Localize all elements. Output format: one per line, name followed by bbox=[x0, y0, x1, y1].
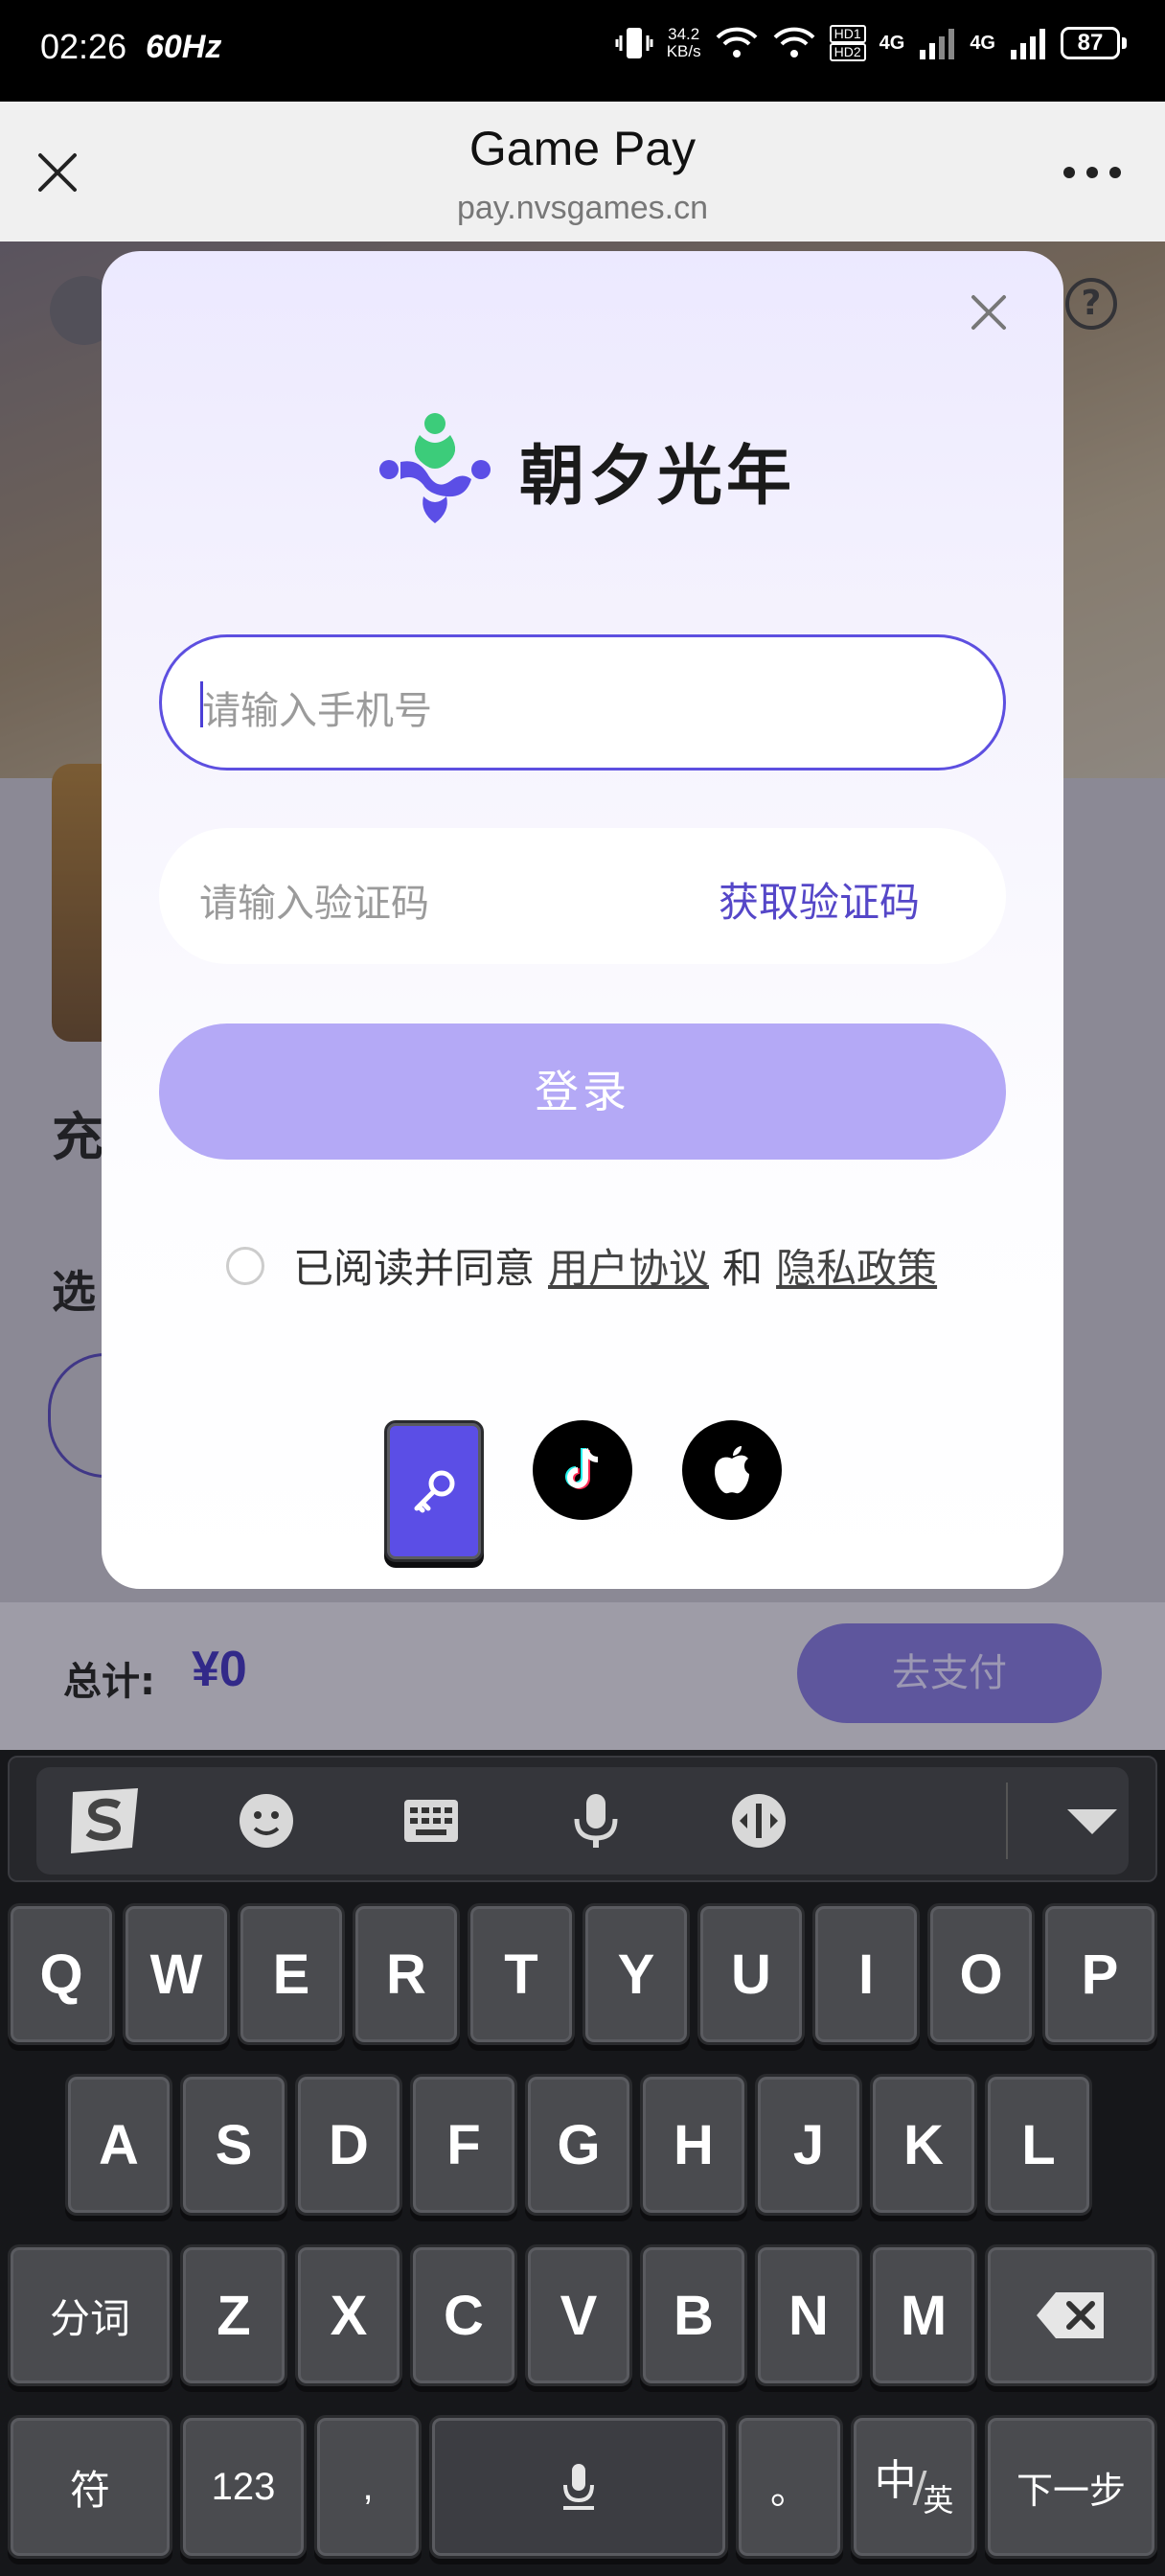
backspace-icon bbox=[1037, 2292, 1104, 2338]
browser-header: Game Pay pay.nvsgames.cn bbox=[0, 102, 1165, 242]
key-e[interactable]: E bbox=[238, 1903, 345, 2045]
key-w[interactable]: W bbox=[123, 1903, 230, 2045]
speed-value: 34.2 bbox=[668, 25, 700, 43]
network-speed: 34.2 KB/s bbox=[667, 26, 701, 60]
phone-placeholder: 请输入手机号 bbox=[202, 689, 432, 733]
wifi-icon-2 bbox=[773, 27, 815, 58]
lang-sub: 英 bbox=[923, 2482, 954, 2518]
space-key[interactable] bbox=[429, 2415, 728, 2559]
microphone-icon bbox=[563, 2464, 594, 2510]
key-i[interactable]: I bbox=[812, 1903, 920, 2045]
lang-main: 中 bbox=[874, 2456, 917, 2505]
key-next[interactable]: 下一步 bbox=[985, 2415, 1157, 2559]
key-s[interactable]: S bbox=[180, 2074, 287, 2216]
privacy-policy-link[interactable]: 隐私政策 bbox=[776, 1236, 937, 1295]
key-z[interactable]: Z bbox=[180, 2244, 287, 2386]
network-type-2: 4G bbox=[970, 32, 995, 54]
status-time: 02:26 bbox=[40, 27, 127, 66]
status-bar: 02:26 60Hz 34.2 KB/s HD1 HD2 4G 4G 87 bbox=[0, 0, 1165, 102]
key-q[interactable]: Q bbox=[8, 1903, 115, 2045]
page-title: Game Pay bbox=[468, 122, 697, 175]
speed-unit: KB/s bbox=[666, 42, 701, 60]
and-text: 和 bbox=[722, 1245, 764, 1292]
key-r[interactable]: R bbox=[353, 1903, 460, 2045]
network-type-1: 4G bbox=[879, 32, 905, 54]
key-segment[interactable]: 分词 bbox=[8, 2244, 172, 2386]
key-d[interactable]: D bbox=[295, 2074, 402, 2216]
key-b[interactable]: B bbox=[640, 2244, 747, 2386]
pay-bar: 总计: ¥0 去支付 bbox=[0, 1602, 1165, 1750]
key-a[interactable]: A bbox=[65, 2074, 172, 2216]
signal-icon bbox=[920, 29, 955, 59]
key-period[interactable]: 。 bbox=[736, 2415, 843, 2559]
emoji-icon[interactable] bbox=[236, 1790, 297, 1852]
key-x[interactable]: X bbox=[295, 2244, 402, 2386]
key-h[interactable]: H bbox=[640, 2074, 747, 2216]
code-placeholder: 请输入验证码 bbox=[199, 882, 429, 926]
key-login-button[interactable] bbox=[384, 1420, 484, 1562]
key-l[interactable]: L bbox=[985, 2074, 1092, 2216]
hd2-badge: HD2 bbox=[829, 43, 866, 61]
key-o[interactable]: O bbox=[927, 1903, 1035, 2045]
signal-icon-2 bbox=[1011, 29, 1045, 59]
cursor-icon[interactable] bbox=[728, 1790, 789, 1852]
text-caret bbox=[200, 681, 203, 727]
key-j[interactable]: J bbox=[755, 2074, 862, 2216]
hd-badges: HD1 HD2 bbox=[829, 25, 866, 61]
key-comma[interactable]: , bbox=[314, 2415, 422, 2559]
apple-login-button[interactable] bbox=[682, 1420, 782, 1520]
keyboard-icon[interactable] bbox=[400, 1790, 462, 1852]
login-button[interactable]: 登录 bbox=[159, 1024, 1006, 1160]
phone-input[interactable]: 请输入手机号 bbox=[159, 634, 1006, 770]
key-symbols[interactable]: 符 bbox=[8, 2415, 172, 2559]
key-p[interactable]: P bbox=[1042, 1903, 1157, 2045]
key-icon bbox=[414, 1470, 455, 1513]
microphone-icon[interactable] bbox=[565, 1790, 627, 1852]
agree-text: 已阅读并同意 bbox=[293, 1245, 536, 1292]
agreement-row: 已阅读并同意 用户协议 和 隐私政策 bbox=[226, 1236, 950, 1295]
tiktok-login-button[interactable] bbox=[533, 1420, 632, 1520]
key-n[interactable]: N bbox=[755, 2244, 862, 2386]
close-icon[interactable] bbox=[966, 289, 1012, 335]
dim-overlay bbox=[0, 1602, 1165, 1750]
key-m[interactable]: M bbox=[870, 2244, 977, 2386]
key-t[interactable]: T bbox=[468, 1903, 575, 2045]
verification-code-input[interactable]: 请输入验证码 获取验证码 bbox=[159, 828, 1006, 964]
key-u[interactable]: U bbox=[697, 1903, 805, 2045]
key-numbers[interactable]: 123 bbox=[180, 2415, 307, 2559]
login-modal: 朝夕光年 请输入手机号 请输入验证码 获取验证码 登录 已阅读并同意 用户协议 … bbox=[102, 251, 1063, 1589]
hd1-badge: HD1 bbox=[829, 25, 866, 43]
collapse-icon[interactable] bbox=[1062, 1790, 1123, 1852]
backspace-key[interactable] bbox=[985, 2244, 1157, 2386]
tiktok-icon bbox=[565, 1448, 599, 1489]
vibrate-icon bbox=[615, 28, 653, 58]
agree-checkbox[interactable] bbox=[226, 1246, 264, 1285]
brand-logo: 朝夕光年 bbox=[370, 404, 795, 535]
refresh-rate: 60Hz bbox=[146, 29, 222, 65]
user-agreement-link[interactable]: 用户协议 bbox=[548, 1236, 709, 1295]
key-v[interactable]: V bbox=[525, 2244, 632, 2386]
wifi-icon bbox=[716, 27, 758, 58]
battery-icon: 87 bbox=[1061, 27, 1127, 59]
sogou-logo-icon[interactable] bbox=[65, 1782, 148, 1859]
key-f[interactable]: F bbox=[410, 2074, 517, 2216]
key-k[interactable]: K bbox=[870, 2074, 977, 2216]
key-y[interactable]: Y bbox=[582, 1903, 690, 2045]
more-options-icon[interactable] bbox=[1063, 167, 1121, 178]
page-url: pay.nvsgames.cn bbox=[456, 190, 709, 226]
key-language-switch[interactable]: 中 / 英 bbox=[851, 2415, 977, 2559]
battery-level: 87 bbox=[1061, 27, 1120, 59]
get-code-button[interactable]: 获取验证码 bbox=[719, 870, 920, 929]
key-g[interactable]: G bbox=[525, 2074, 632, 2216]
brand-logo-icon bbox=[379, 413, 491, 523]
keyboard-toolbar bbox=[8, 1756, 1157, 1882]
key-c[interactable]: C bbox=[410, 2244, 517, 2386]
apple-icon bbox=[715, 1446, 749, 1494]
keyboard: Q W E R T Y U I O P A S D F G H J K L 分词… bbox=[0, 1750, 1165, 2576]
brand-name: 朝夕光年 bbox=[519, 438, 796, 515]
